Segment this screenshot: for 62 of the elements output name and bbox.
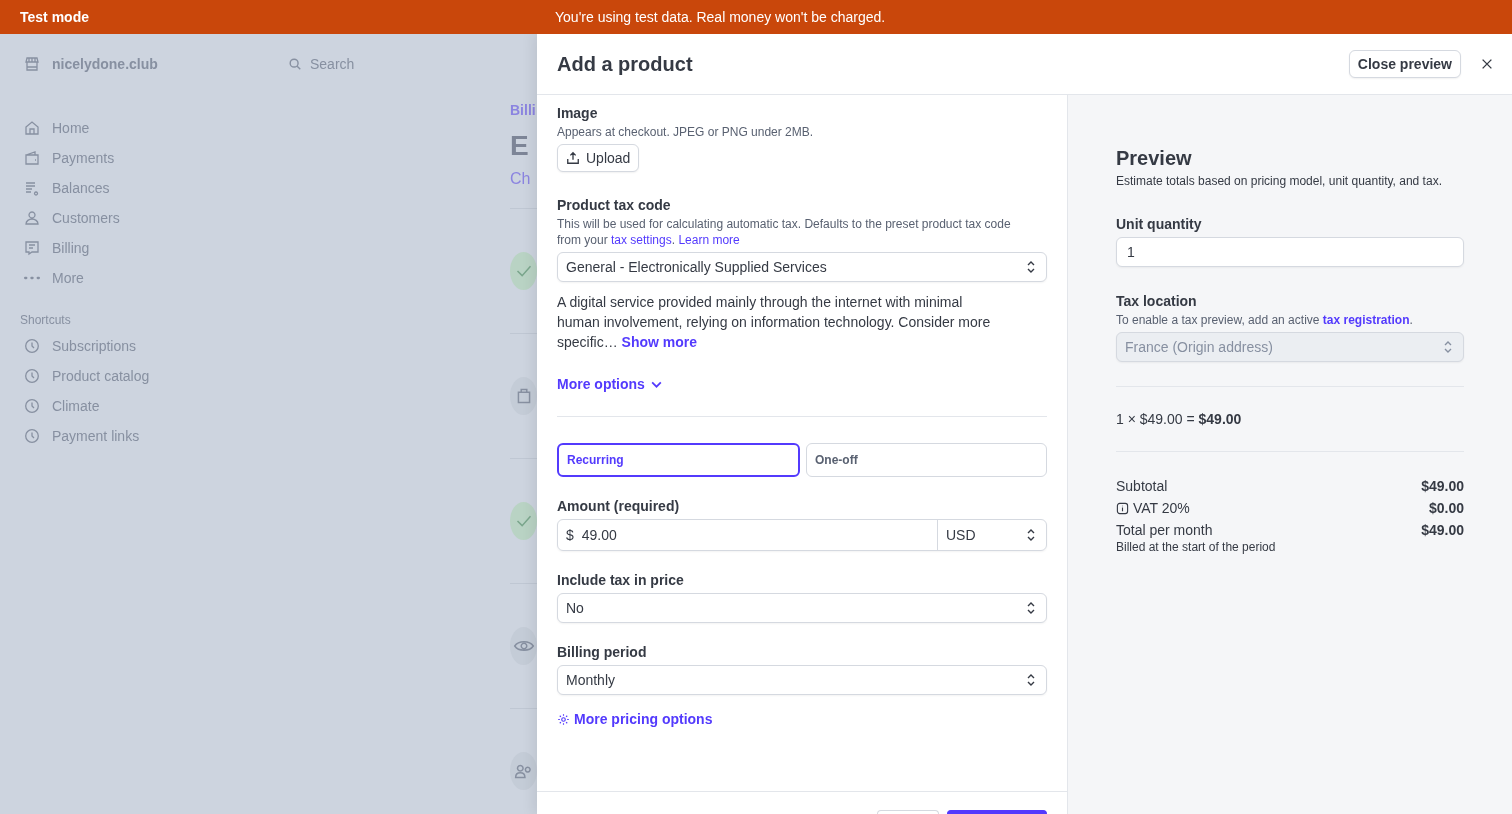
preview-subtitle: Estimate totals based on pricing model, unit quantity, and tax. <box>1116 174 1443 188</box>
drawer-title: Add a product <box>557 52 694 76</box>
field-hint: This will be used for calculating automatic tax. Defaults to the preset product tax code from your tax settings. Learn more <box>557 216 1012 248</box>
chevron-updown-icon <box>1026 601 1036 615</box>
field-hint: Appears at checkout. JPEG or PNG under 2MB. <box>557 124 814 140</box>
field-label: Product tax code <box>557 196 671 214</box>
billing-note: Billed at the start of the period <box>1116 540 1277 554</box>
field-label: Include tax in price <box>557 571 684 589</box>
field-label: Billing period <box>557 643 647 661</box>
learn-more-link[interactable]: Learn more <box>678 233 740 247</box>
clock-icon <box>24 368 40 384</box>
close-preview-button[interactable]: Close preview <box>1348 50 1461 78</box>
test-mode-label: Test mode <box>20 9 89 25</box>
field-label: Unit quantity <box>1116 215 1203 233</box>
billing-period-select[interactable]: Monthly <box>557 665 1047 695</box>
receipt-icon <box>24 240 40 256</box>
home-icon <box>24 120 40 136</box>
tax-settings-link[interactable]: tax settings <box>611 233 672 247</box>
include-tax-select[interactable]: No <box>557 593 1047 623</box>
clock-icon <box>24 428 40 444</box>
list-icon <box>24 180 40 196</box>
unit-quantity-field[interactable]: 1 <box>1116 237 1464 267</box>
summary-label: Total per month <box>1116 522 1213 538</box>
summary-label: VAT 20% <box>1133 500 1190 516</box>
upload-icon <box>566 151 580 165</box>
search-icon <box>288 57 302 71</box>
person-icon <box>24 210 40 226</box>
gear-icon <box>557 712 570 726</box>
clock-icon <box>24 398 40 414</box>
summary-value: $0.00 <box>1428 500 1464 516</box>
chevron-updown-icon <box>1026 673 1036 687</box>
field-label: Amount (required) <box>557 497 680 515</box>
info-icon <box>1116 501 1129 515</box>
close-icon[interactable] <box>1480 57 1494 71</box>
show-more-link[interactable]: Show more <box>621 334 698 350</box>
summary-label: Subtotal <box>1116 478 1168 494</box>
wallet-icon <box>24 150 40 166</box>
summary-value: $49.00 <box>1421 478 1464 494</box>
field-label: Tax location <box>1116 292 1198 310</box>
summary-value: $49.00 <box>1421 522 1464 538</box>
price-type-option[interactable]: One-off <box>806 443 1047 477</box>
clock-icon <box>24 338 40 354</box>
banner-message: You're using test data. Real money won't be charged. <box>555 9 886 25</box>
shortcuts-heading: Shortcuts <box>20 313 72 327</box>
page-title: E <box>510 130 530 163</box>
upload-button[interactable]: Upload <box>557 144 640 172</box>
price-calculation: 1 × $49.00 = $49.00 <box>1116 411 1243 427</box>
footer-button[interactable] <box>947 810 1047 814</box>
field-label: Image <box>557 104 598 122</box>
store-icon <box>24 56 40 72</box>
field-hint: To enable a tax preview, add an active tax registration. <box>1116 312 1414 328</box>
price-type-option[interactable]: Recurring <box>557 443 800 477</box>
check-circle-icon <box>510 252 537 290</box>
preview-title: Preview <box>1116 147 1193 170</box>
more-pricing-options-link[interactable]: More pricing options <box>557 711 713 727</box>
more-options-link[interactable]: More options <box>557 376 663 392</box>
tax-code-description: A digital service provided mainly through the internet with minimal human involvement, relying on information technology. Consider more specific… Show more <box>557 293 992 352</box>
chevron-updown-icon <box>1443 340 1453 354</box>
chevron-updown-icon <box>1026 260 1036 274</box>
check-circle-icon <box>510 502 537 540</box>
more-icon <box>24 276 40 280</box>
tax-code-select[interactable]: General - Electronically Supplied Services <box>557 252 1047 282</box>
